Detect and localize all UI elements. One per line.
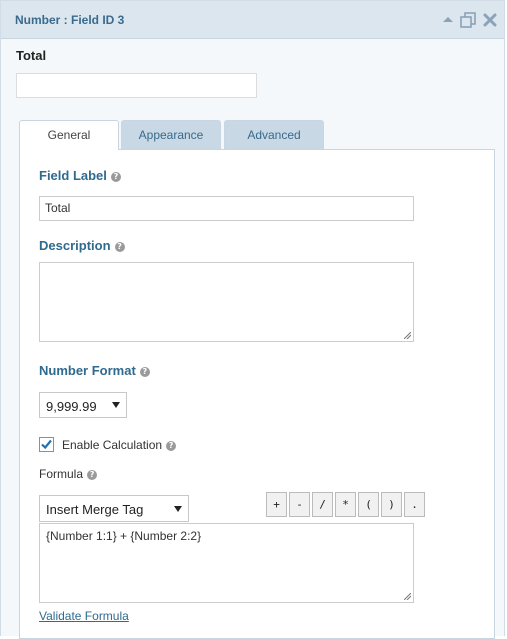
- preview-field-input[interactable]: [16, 73, 257, 98]
- checkmark-icon: [41, 439, 52, 450]
- panel-title: Number : Field ID 3: [15, 13, 125, 27]
- operator-close-paren-button[interactable]: ): [381, 492, 402, 517]
- insert-merge-tag-label: Insert Merge Tag: [46, 502, 144, 517]
- description-heading-text: Description: [39, 238, 111, 253]
- number-format-select[interactable]: 9,999.99: [39, 392, 127, 418]
- help-icon[interactable]: ?: [110, 172, 121, 182]
- number-format-heading: Number Format?: [39, 363, 150, 378]
- panel-header: Number : Field ID 3: [1, 1, 504, 39]
- field-label-heading: Field Label?: [39, 168, 121, 183]
- formula-heading-text: Formula: [39, 467, 84, 481]
- tab-appearance[interactable]: Appearance: [121, 120, 221, 149]
- formula-heading: Formula?: [39, 467, 98, 481]
- number-format-value: 9,999.99: [46, 399, 97, 414]
- duplicate-icon[interactable]: [459, 11, 477, 29]
- tab-advanced[interactable]: Advanced: [224, 120, 324, 149]
- operator-plus-button[interactable]: +: [266, 492, 287, 517]
- number-format-heading-text: Number Format: [39, 363, 136, 378]
- chevron-down-icon: [112, 402, 120, 408]
- enable-calculation-label: Enable Calculation?: [62, 438, 177, 452]
- formula-value: {Number 1:1} + {Number 2:2}: [46, 529, 202, 543]
- description-textarea[interactable]: [39, 262, 414, 342]
- enable-calculation-text: Enable Calculation: [62, 438, 163, 452]
- field-settings-panel: Number : Field ID 3 Total General Appear…: [0, 0, 505, 639]
- help-icon[interactable]: ?: [166, 441, 177, 451]
- delete-icon[interactable]: [481, 11, 499, 29]
- help-icon[interactable]: ?: [114, 242, 125, 252]
- formula-textarea[interactable]: {Number 1:1} + {Number 2:2}: [39, 523, 414, 603]
- operator-multiply-button[interactable]: *: [335, 492, 356, 517]
- help-icon[interactable]: ?: [139, 367, 150, 377]
- description-heading: Description?: [39, 238, 125, 253]
- operator-dot-button[interactable]: .: [404, 492, 425, 517]
- validate-formula-link[interactable]: Validate Formula: [39, 609, 129, 623]
- insert-merge-tag-select[interactable]: Insert Merge Tag: [39, 495, 189, 522]
- chevron-down-icon: [174, 505, 182, 512]
- collapse-arrow-icon[interactable]: [439, 11, 457, 29]
- tab-general[interactable]: General: [19, 120, 119, 150]
- resize-handle-icon[interactable]: [404, 593, 411, 600]
- operator-minus-button[interactable]: -: [289, 492, 310, 517]
- help-icon[interactable]: ?: [87, 470, 98, 480]
- operator-divide-button[interactable]: /: [312, 492, 333, 517]
- field-label-heading-text: Field Label: [39, 168, 107, 183]
- field-label-input[interactable]: Total: [39, 196, 414, 221]
- preview-field-label: Total: [16, 48, 47, 63]
- enable-calculation-checkbox[interactable]: [39, 437, 54, 452]
- operator-open-paren-button[interactable]: (: [358, 492, 379, 517]
- resize-handle-icon[interactable]: [404, 332, 411, 339]
